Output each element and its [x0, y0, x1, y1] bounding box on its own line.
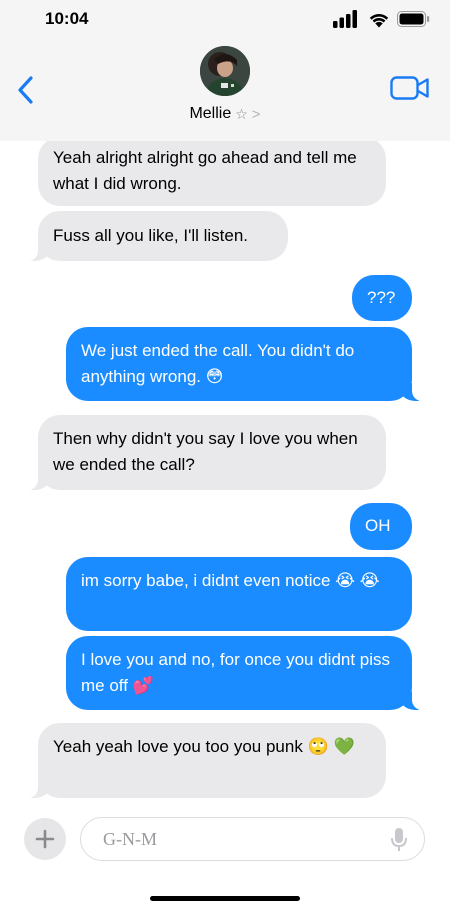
message-incoming[interactable]: Yeah yeah love you too you punk 🙄 💚 — [26, 723, 386, 798]
message-text: We just ended the call. You didn't do an… — [81, 341, 355, 386]
chevron-right-icon: > — [251, 105, 261, 123]
message-incoming[interactable]: Yeah alright alright go ahead and tell m… — [38, 137, 386, 206]
status-time: 10:04 — [45, 9, 89, 28]
message-outgoing[interactable]: We just ended the call. You didn't do an… — [66, 327, 424, 401]
message-text: Yeah alright alright go ahead and tell m… — [53, 148, 357, 193]
battery-icon — [397, 11, 430, 27]
home-indicator[interactable] — [150, 896, 300, 901]
message-input[interactable] — [103, 818, 383, 860]
plus-icon — [35, 829, 55, 849]
message-text: I love you and no, for once you didnt pi… — [81, 650, 391, 695]
dictation-button[interactable] — [390, 827, 408, 853]
message-input-container — [80, 817, 425, 861]
microphone-icon — [391, 828, 407, 851]
cellular-signal-icon — [333, 10, 357, 28]
message-text: OH — [365, 516, 391, 535]
add-attachment-button[interactable] — [24, 818, 66, 860]
message-outgoing[interactable]: I love you and no, for once you didnt pi… — [66, 636, 424, 710]
back-button[interactable] — [10, 72, 40, 108]
chevron-left-icon — [18, 76, 33, 104]
message-text: Then why didn't you say I love you when … — [53, 429, 358, 474]
message-incoming[interactable]: Fuss all you like, I'll listen. — [26, 211, 288, 261]
contact-name: Mellie — [189, 105, 232, 122]
wifi-icon — [369, 13, 389, 27]
video-call-button[interactable] — [390, 74, 430, 102]
avatar-photo — [200, 46, 250, 96]
message-outgoing[interactable]: OH — [350, 503, 412, 550]
video-camera-icon — [390, 76, 429, 100]
conversation-header: 10:04 Mellie ☆ > — [0, 0, 450, 141]
contact-name-row[interactable]: Mellie ☆ > — [0, 105, 450, 123]
message-text: Fuss all you like, I'll listen. — [53, 226, 249, 245]
message-text: ??? — [367, 288, 396, 307]
message-text: Yeah yeah love you too you punk 🙄 💚 — [53, 737, 355, 756]
message-outgoing[interactable]: ??? — [352, 275, 412, 321]
message-text: im sorry babe, i didnt even notice 😭 😭 — [81, 571, 380, 590]
star-icon: ☆ — [235, 105, 248, 122]
contact-avatar[interactable] — [200, 46, 250, 96]
message-outgoing[interactable]: im sorry babe, i didnt even notice 😭 😭 — [66, 557, 412, 631]
message-incoming[interactable]: Then why didn't you say I love you when … — [26, 415, 386, 490]
status-icons — [333, 9, 430, 29]
